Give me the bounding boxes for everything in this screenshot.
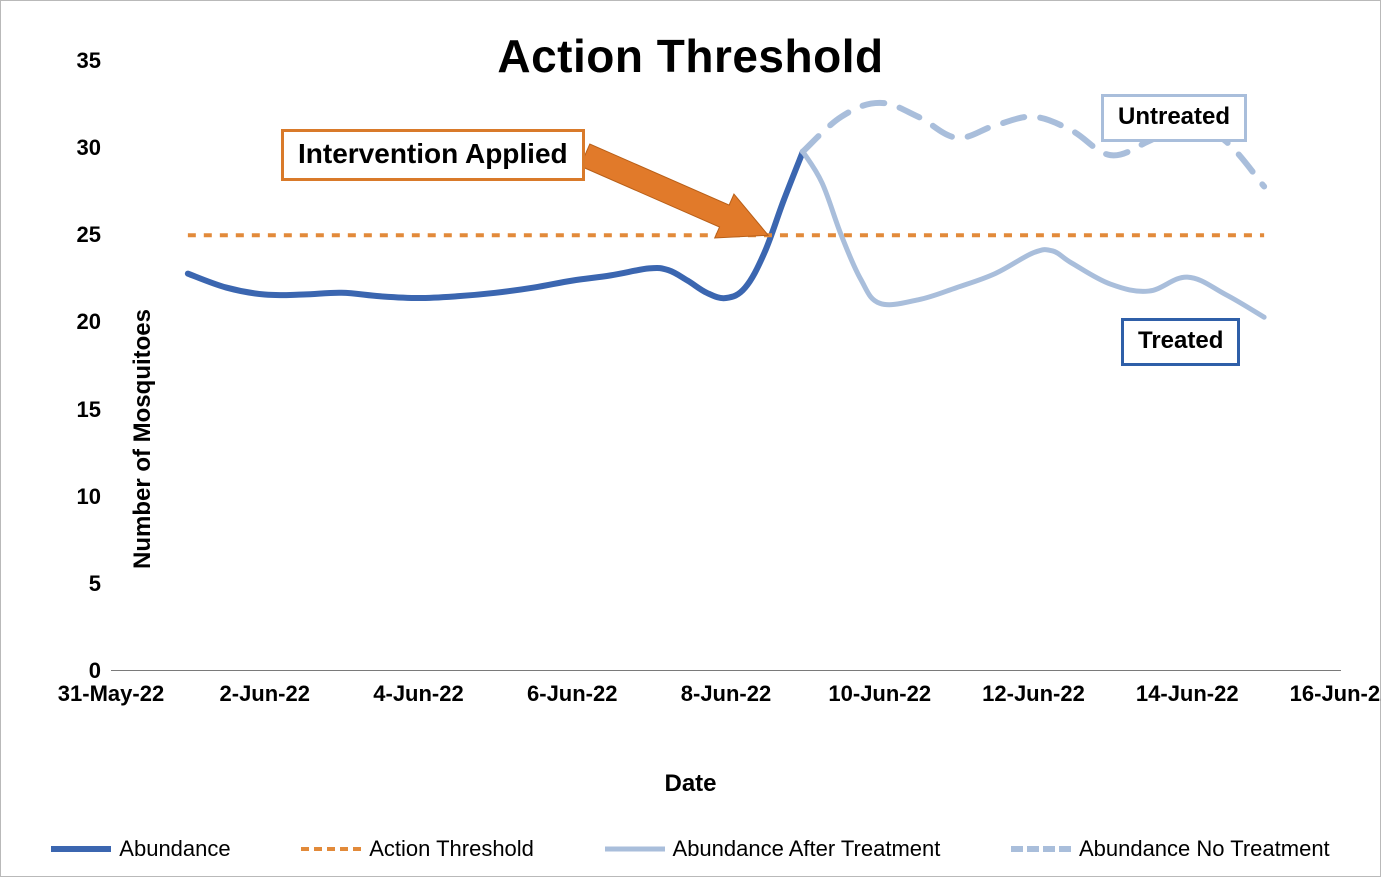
x-tick-label: 31-May-22	[58, 681, 164, 707]
x-tick-label: 10-Jun-22	[828, 681, 931, 707]
treated-callout: Treated	[1121, 318, 1240, 366]
y-tick-label: 5	[89, 571, 101, 597]
y-tick-label: 30	[77, 135, 101, 161]
series-abundance-after-treatment	[803, 152, 1264, 318]
x-axis-title: Date	[1, 770, 1380, 798]
y-tick-label: 25	[77, 222, 101, 248]
legend: Abundance Action Threshold Abundance Aft…	[21, 836, 1360, 862]
legend-label: Action Threshold	[369, 836, 534, 862]
legend-label: Abundance No Treatment	[1079, 836, 1330, 862]
x-tick-label: 16-Jun-22	[1290, 681, 1381, 707]
y-tick-label: 20	[77, 309, 101, 335]
x-tick-label: 2-Jun-22	[220, 681, 310, 707]
chart-frame: Action Threshold Number of Mosquitoes In…	[0, 0, 1381, 877]
x-tick-label: 4-Jun-22	[373, 681, 463, 707]
legend-item-threshold: Action Threshold	[301, 836, 534, 862]
y-tick-label: 10	[77, 484, 101, 510]
y-tick-label: 35	[77, 48, 101, 74]
legend-item-abundance: Abundance	[51, 836, 230, 862]
legend-item-after-treatment: Abundance After Treatment	[605, 836, 941, 862]
x-tick-label: 12-Jun-22	[982, 681, 1085, 707]
legend-label: Abundance	[119, 836, 230, 862]
arrow-icon	[580, 144, 768, 238]
plot-area: Intervention Applied Untreated Treated 0…	[111, 61, 1341, 671]
x-tick-label: 14-Jun-22	[1136, 681, 1239, 707]
legend-item-no-treatment: Abundance No Treatment	[1011, 836, 1330, 862]
y-tick-label: 15	[77, 397, 101, 423]
untreated-callout: Untreated	[1101, 94, 1247, 142]
intervention-callout: Intervention Applied	[281, 129, 585, 181]
legend-label: Abundance After Treatment	[673, 836, 941, 862]
x-tick-label: 8-Jun-22	[681, 681, 771, 707]
x-tick-label: 6-Jun-22	[527, 681, 617, 707]
